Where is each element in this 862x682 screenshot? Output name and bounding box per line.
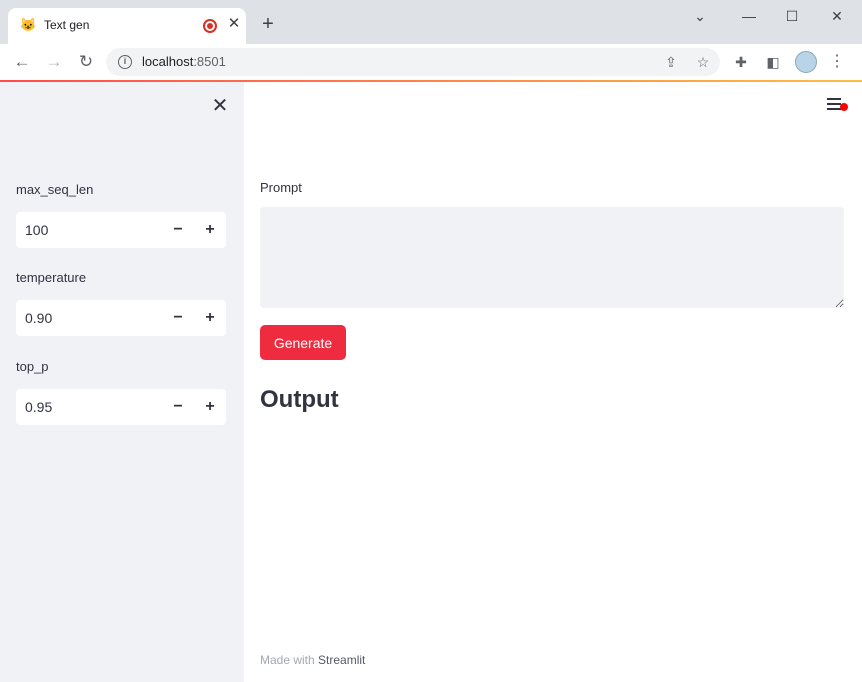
number-input-value[interactable]: 0.90 bbox=[25, 310, 52, 326]
param-top-p: top_p 0.95 − + bbox=[16, 359, 226, 425]
output-heading: Output bbox=[260, 386, 339, 413]
url-host: localhost bbox=[142, 54, 194, 69]
param-label: max_seq_len bbox=[16, 182, 94, 197]
url-port: :8501 bbox=[193, 54, 226, 69]
share-icon[interactable]: ⇪ bbox=[662, 53, 680, 71]
back-arrow-icon[interactable]: ← bbox=[10, 50, 34, 74]
sidebar: ✕ max_seq_len 100 − + temperature 0.90 −… bbox=[0, 82, 244, 682]
param-max-seq-len: max_seq_len 100 − + bbox=[16, 182, 226, 248]
prompt-textarea[interactable] bbox=[260, 207, 844, 308]
side-panel-icon[interactable]: ◧ bbox=[763, 52, 783, 72]
number-input[interactable]: 0.90 − + bbox=[16, 300, 226, 336]
footer: Made with Streamlit bbox=[260, 653, 365, 667]
puzzle-icon[interactable]: ✚ bbox=[731, 52, 751, 72]
vertical-dots-icon[interactable]: ⋮ bbox=[827, 52, 847, 72]
number-input[interactable]: 100 − + bbox=[16, 212, 226, 248]
increment-button[interactable]: + bbox=[198, 395, 222, 419]
number-input-value[interactable]: 100 bbox=[25, 222, 48, 238]
notification-dot bbox=[840, 103, 848, 111]
prompt-label: Prompt bbox=[260, 180, 302, 195]
decrement-button[interactable]: − bbox=[166, 395, 190, 419]
decrement-button[interactable]: − bbox=[166, 306, 190, 330]
browser-toolbar: ← → ↻ i localhost:8501 ⇪ ☆ ✚ ◧ ⋮ bbox=[0, 44, 862, 80]
increment-button[interactable]: + bbox=[198, 218, 222, 242]
url-text[interactable]: localhost:8501 bbox=[142, 54, 226, 69]
star-icon[interactable]: ☆ bbox=[694, 53, 712, 71]
number-input-value[interactable]: 0.95 bbox=[25, 399, 52, 415]
new-tab-button[interactable]: + bbox=[258, 14, 278, 34]
tab-title: Text gen bbox=[44, 18, 90, 32]
avatar[interactable] bbox=[795, 51, 817, 73]
maximize-icon[interactable]: ☐ bbox=[778, 6, 806, 26]
param-label: top_p bbox=[16, 359, 49, 374]
tab-close-icon[interactable]: ✕ bbox=[226, 16, 242, 32]
recording-indicator-icon bbox=[203, 19, 217, 33]
forward-arrow-icon[interactable]: → bbox=[42, 50, 66, 74]
footer-prefix: Made with bbox=[260, 653, 319, 667]
increment-button[interactable]: + bbox=[198, 306, 222, 330]
info-icon[interactable]: i bbox=[118, 55, 132, 69]
main-content: Prompt Generate Output Made with Streaml… bbox=[244, 82, 862, 682]
reload-icon[interactable]: ↻ bbox=[74, 50, 98, 74]
browser-tab-bar: 😺 Text gen ✕ + ⌄ — ☐ ✕ bbox=[0, 0, 862, 44]
param-temperature: temperature 0.90 − + bbox=[16, 270, 226, 336]
address-bar[interactable]: i localhost:8501 ⇪ ☆ bbox=[106, 48, 720, 76]
window-close-icon[interactable]: ✕ bbox=[823, 6, 851, 26]
decrement-button[interactable]: − bbox=[166, 218, 190, 242]
streamlit-link[interactable]: Streamlit bbox=[318, 653, 365, 667]
close-sidebar-icon[interactable]: ✕ bbox=[210, 96, 230, 116]
generate-button[interactable]: Generate bbox=[260, 325, 346, 360]
param-label: temperature bbox=[16, 270, 87, 285]
cat-favicon-icon: 😺 bbox=[20, 17, 37, 32]
number-input[interactable]: 0.95 − + bbox=[16, 389, 226, 425]
minimize-icon[interactable]: — bbox=[735, 6, 763, 26]
tab-search-chevron-icon[interactable]: ⌄ bbox=[686, 6, 714, 26]
browser-tab[interactable]: 😺 Text gen ✕ bbox=[8, 8, 246, 44]
